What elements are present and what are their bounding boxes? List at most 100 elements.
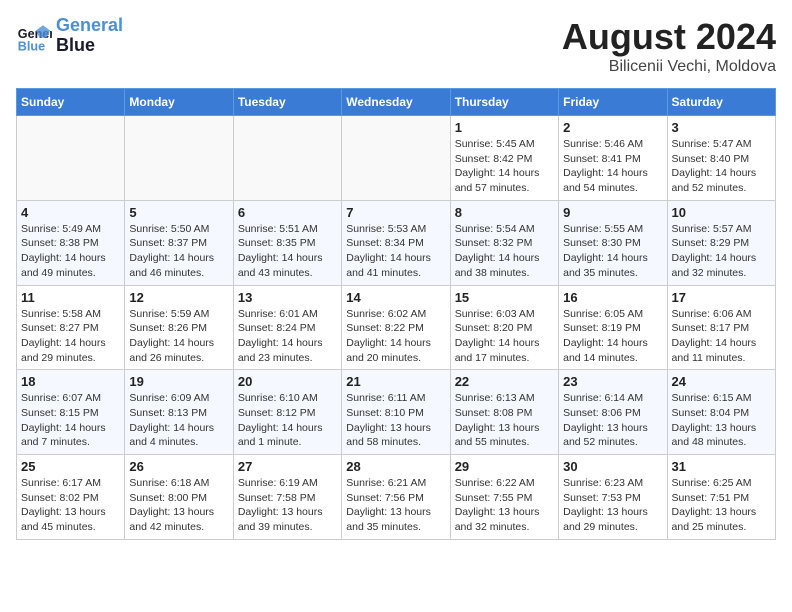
day-number: 31 xyxy=(672,459,771,474)
day-cell: 13 Sunrise: 6:01 AMSunset: 8:24 PMDayligh… xyxy=(233,285,341,370)
day-cell: 1Sunrise: 5:45 AMSunset: 8:42 PMDaylight… xyxy=(450,116,558,201)
day-number: 27 xyxy=(238,459,337,474)
page-header: General Blue General Blue August 2024 Bi… xyxy=(16,16,776,76)
day-cell: 7 Sunrise: 5:53 AMSunset: 8:34 PMDaylight… xyxy=(342,200,450,285)
day-cell: 20 Sunrise: 6:10 AMSunset: 8:12 PMDayligh… xyxy=(233,370,341,455)
weekday-header-row: SundayMondayTuesdayWednesdayThursdayFrid… xyxy=(17,89,776,116)
day-number: 3 xyxy=(672,120,771,135)
day-number: 8 xyxy=(455,205,554,220)
svg-text:Blue: Blue xyxy=(18,39,45,53)
day-cell: 10 Sunrise: 5:57 AMSunset: 8:29 PMDayligh… xyxy=(667,200,775,285)
month-title: August 2024 xyxy=(562,16,776,58)
day-number: 23 xyxy=(563,374,662,389)
day-info: Sunrise: 6:05 AMSunset: 8:19 PMDaylight:… xyxy=(563,307,662,366)
day-number: 6 xyxy=(238,205,337,220)
day-info: Sunrise: 5:59 AMSunset: 8:26 PMDaylight:… xyxy=(129,307,228,366)
day-cell: 15 Sunrise: 6:03 AMSunset: 8:20 PMDayligh… xyxy=(450,285,558,370)
weekday-header-monday: Monday xyxy=(125,89,233,116)
day-cell: 28Sunrise: 6:21 AMSunset: 7:56 PMDayligh… xyxy=(342,455,450,540)
day-info: Sunrise: 6:09 AMSunset: 8:13 PMDaylight:… xyxy=(129,391,228,450)
weekday-header-tuesday: Tuesday xyxy=(233,89,341,116)
day-number: 7 xyxy=(346,205,445,220)
day-number: 11 xyxy=(21,290,120,305)
week-row-1: 1Sunrise: 5:45 AMSunset: 8:42 PMDaylight… xyxy=(17,116,776,201)
day-cell: 3 Sunrise: 5:47 AMSunset: 8:40 PMDaylight… xyxy=(667,116,775,201)
day-cell: 16 Sunrise: 6:05 AMSunset: 8:19 PMDayligh… xyxy=(559,285,667,370)
day-number: 17 xyxy=(672,290,771,305)
day-info: Sunrise: 6:17 AMSunset: 8:02 PMDaylight:… xyxy=(21,476,120,535)
day-number: 25 xyxy=(21,459,120,474)
weekday-header-friday: Friday xyxy=(559,89,667,116)
day-info: Sunrise: 6:02 AMSunset: 8:22 PMDaylight:… xyxy=(346,307,445,366)
day-cell: 9 Sunrise: 5:55 AMSunset: 8:30 PMDaylight… xyxy=(559,200,667,285)
logo-icon: General Blue xyxy=(16,18,52,54)
day-number: 20 xyxy=(238,374,337,389)
weekday-header-thursday: Thursday xyxy=(450,89,558,116)
day-info: Sunrise: 5:51 AMSunset: 8:35 PMDaylight:… xyxy=(238,222,337,281)
day-info: Sunrise: 6:21 AMSunset: 7:56 PMDaylight:… xyxy=(346,476,445,535)
title-block: August 2024 Bilicenii Vechi, Moldova xyxy=(562,16,776,76)
day-cell xyxy=(17,116,125,201)
day-number: 14 xyxy=(346,290,445,305)
day-number: 12 xyxy=(129,290,228,305)
day-number: 24 xyxy=(672,374,771,389)
calendar: SundayMondayTuesdayWednesdayThursdayFrid… xyxy=(16,88,776,540)
day-cell xyxy=(125,116,233,201)
day-info: Sunrise: 5:55 AMSunset: 8:30 PMDaylight:… xyxy=(563,222,662,281)
day-info: Sunrise: 6:14 AMSunset: 8:06 PMDaylight:… xyxy=(563,391,662,450)
day-info: Sunrise: 6:07 AMSunset: 8:15 PMDaylight:… xyxy=(21,391,120,450)
day-number: 29 xyxy=(455,459,554,474)
day-cell: 4 Sunrise: 5:49 AMSunset: 8:38 PMDaylight… xyxy=(17,200,125,285)
day-cell: 21Sunrise: 6:11 AMSunset: 8:10 PMDayligh… xyxy=(342,370,450,455)
day-number: 19 xyxy=(129,374,228,389)
logo: General Blue General Blue xyxy=(16,16,123,56)
day-info: Sunrise: 6:03 AMSunset: 8:20 PMDaylight:… xyxy=(455,307,554,366)
day-number: 4 xyxy=(21,205,120,220)
day-cell: 6 Sunrise: 5:51 AMSunset: 8:35 PMDaylight… xyxy=(233,200,341,285)
weekday-header-saturday: Saturday xyxy=(667,89,775,116)
logo-text-blue: Blue xyxy=(56,36,123,56)
day-info: Sunrise: 6:11 AMSunset: 8:10 PMDaylight:… xyxy=(346,391,445,450)
day-cell: 17Sunrise: 6:06 AMSunset: 8:17 PMDayligh… xyxy=(667,285,775,370)
day-cell: 30Sunrise: 6:23 AMSunset: 7:53 PMDayligh… xyxy=(559,455,667,540)
day-number: 9 xyxy=(563,205,662,220)
day-cell: 26 Sunrise: 6:18 AMSunset: 8:00 PMDayligh… xyxy=(125,455,233,540)
day-cell: 8Sunrise: 5:54 AMSunset: 8:32 PMDaylight… xyxy=(450,200,558,285)
day-cell xyxy=(342,116,450,201)
day-cell: 23 Sunrise: 6:14 AMSunset: 8:06 PMDayligh… xyxy=(559,370,667,455)
weekday-header-sunday: Sunday xyxy=(17,89,125,116)
day-cell: 31 Sunrise: 6:25 AMSunset: 7:51 PMDayligh… xyxy=(667,455,775,540)
week-row-3: 11 Sunrise: 5:58 AMSunset: 8:27 PMDayligh… xyxy=(17,285,776,370)
day-cell: 22Sunrise: 6:13 AMSunset: 8:08 PMDayligh… xyxy=(450,370,558,455)
day-info: Sunrise: 6:25 AMSunset: 7:51 PMDaylight:… xyxy=(672,476,771,535)
week-row-4: 18Sunrise: 6:07 AMSunset: 8:15 PMDayligh… xyxy=(17,370,776,455)
day-info: Sunrise: 6:19 AMSunset: 7:58 PMDaylight:… xyxy=(238,476,337,535)
day-number: 16 xyxy=(563,290,662,305)
day-number: 15 xyxy=(455,290,554,305)
day-cell: 5Sunrise: 5:50 AMSunset: 8:37 PMDaylight… xyxy=(125,200,233,285)
day-info: Sunrise: 6:18 AMSunset: 8:00 PMDaylight:… xyxy=(129,476,228,535)
day-info: Sunrise: 5:46 AMSunset: 8:41 PMDaylight:… xyxy=(563,137,662,196)
day-info: Sunrise: 6:15 AMSunset: 8:04 PMDaylight:… xyxy=(672,391,771,450)
day-number: 2 xyxy=(563,120,662,135)
day-cell: 2 Sunrise: 5:46 AMSunset: 8:41 PMDaylight… xyxy=(559,116,667,201)
day-number: 1 xyxy=(455,120,554,135)
day-info: Sunrise: 5:57 AMSunset: 8:29 PMDaylight:… xyxy=(672,222,771,281)
day-info: Sunrise: 5:49 AMSunset: 8:38 PMDaylight:… xyxy=(21,222,120,281)
day-info: Sunrise: 6:10 AMSunset: 8:12 PMDaylight:… xyxy=(238,391,337,450)
day-cell: 27 Sunrise: 6:19 AMSunset: 7:58 PMDayligh… xyxy=(233,455,341,540)
day-cell: 25 Sunrise: 6:17 AMSunset: 8:02 PMDayligh… xyxy=(17,455,125,540)
day-info: Sunrise: 5:50 AMSunset: 8:37 PMDaylight:… xyxy=(129,222,228,281)
day-info: Sunrise: 6:01 AMSunset: 8:24 PMDaylight:… xyxy=(238,307,337,366)
day-info: Sunrise: 6:22 AMSunset: 7:55 PMDaylight:… xyxy=(455,476,554,535)
day-cell: 11 Sunrise: 5:58 AMSunset: 8:27 PMDayligh… xyxy=(17,285,125,370)
day-cell: 18Sunrise: 6:07 AMSunset: 8:15 PMDayligh… xyxy=(17,370,125,455)
day-cell: 19 Sunrise: 6:09 AMSunset: 8:13 PMDayligh… xyxy=(125,370,233,455)
day-number: 26 xyxy=(129,459,228,474)
day-number: 10 xyxy=(672,205,771,220)
day-number: 22 xyxy=(455,374,554,389)
day-info: Sunrise: 5:47 AMSunset: 8:40 PMDaylight:… xyxy=(672,137,771,196)
day-info: Sunrise: 5:58 AMSunset: 8:27 PMDaylight:… xyxy=(21,307,120,366)
day-info: Sunrise: 5:53 AMSunset: 8:34 PMDaylight:… xyxy=(346,222,445,281)
day-number: 13 xyxy=(238,290,337,305)
